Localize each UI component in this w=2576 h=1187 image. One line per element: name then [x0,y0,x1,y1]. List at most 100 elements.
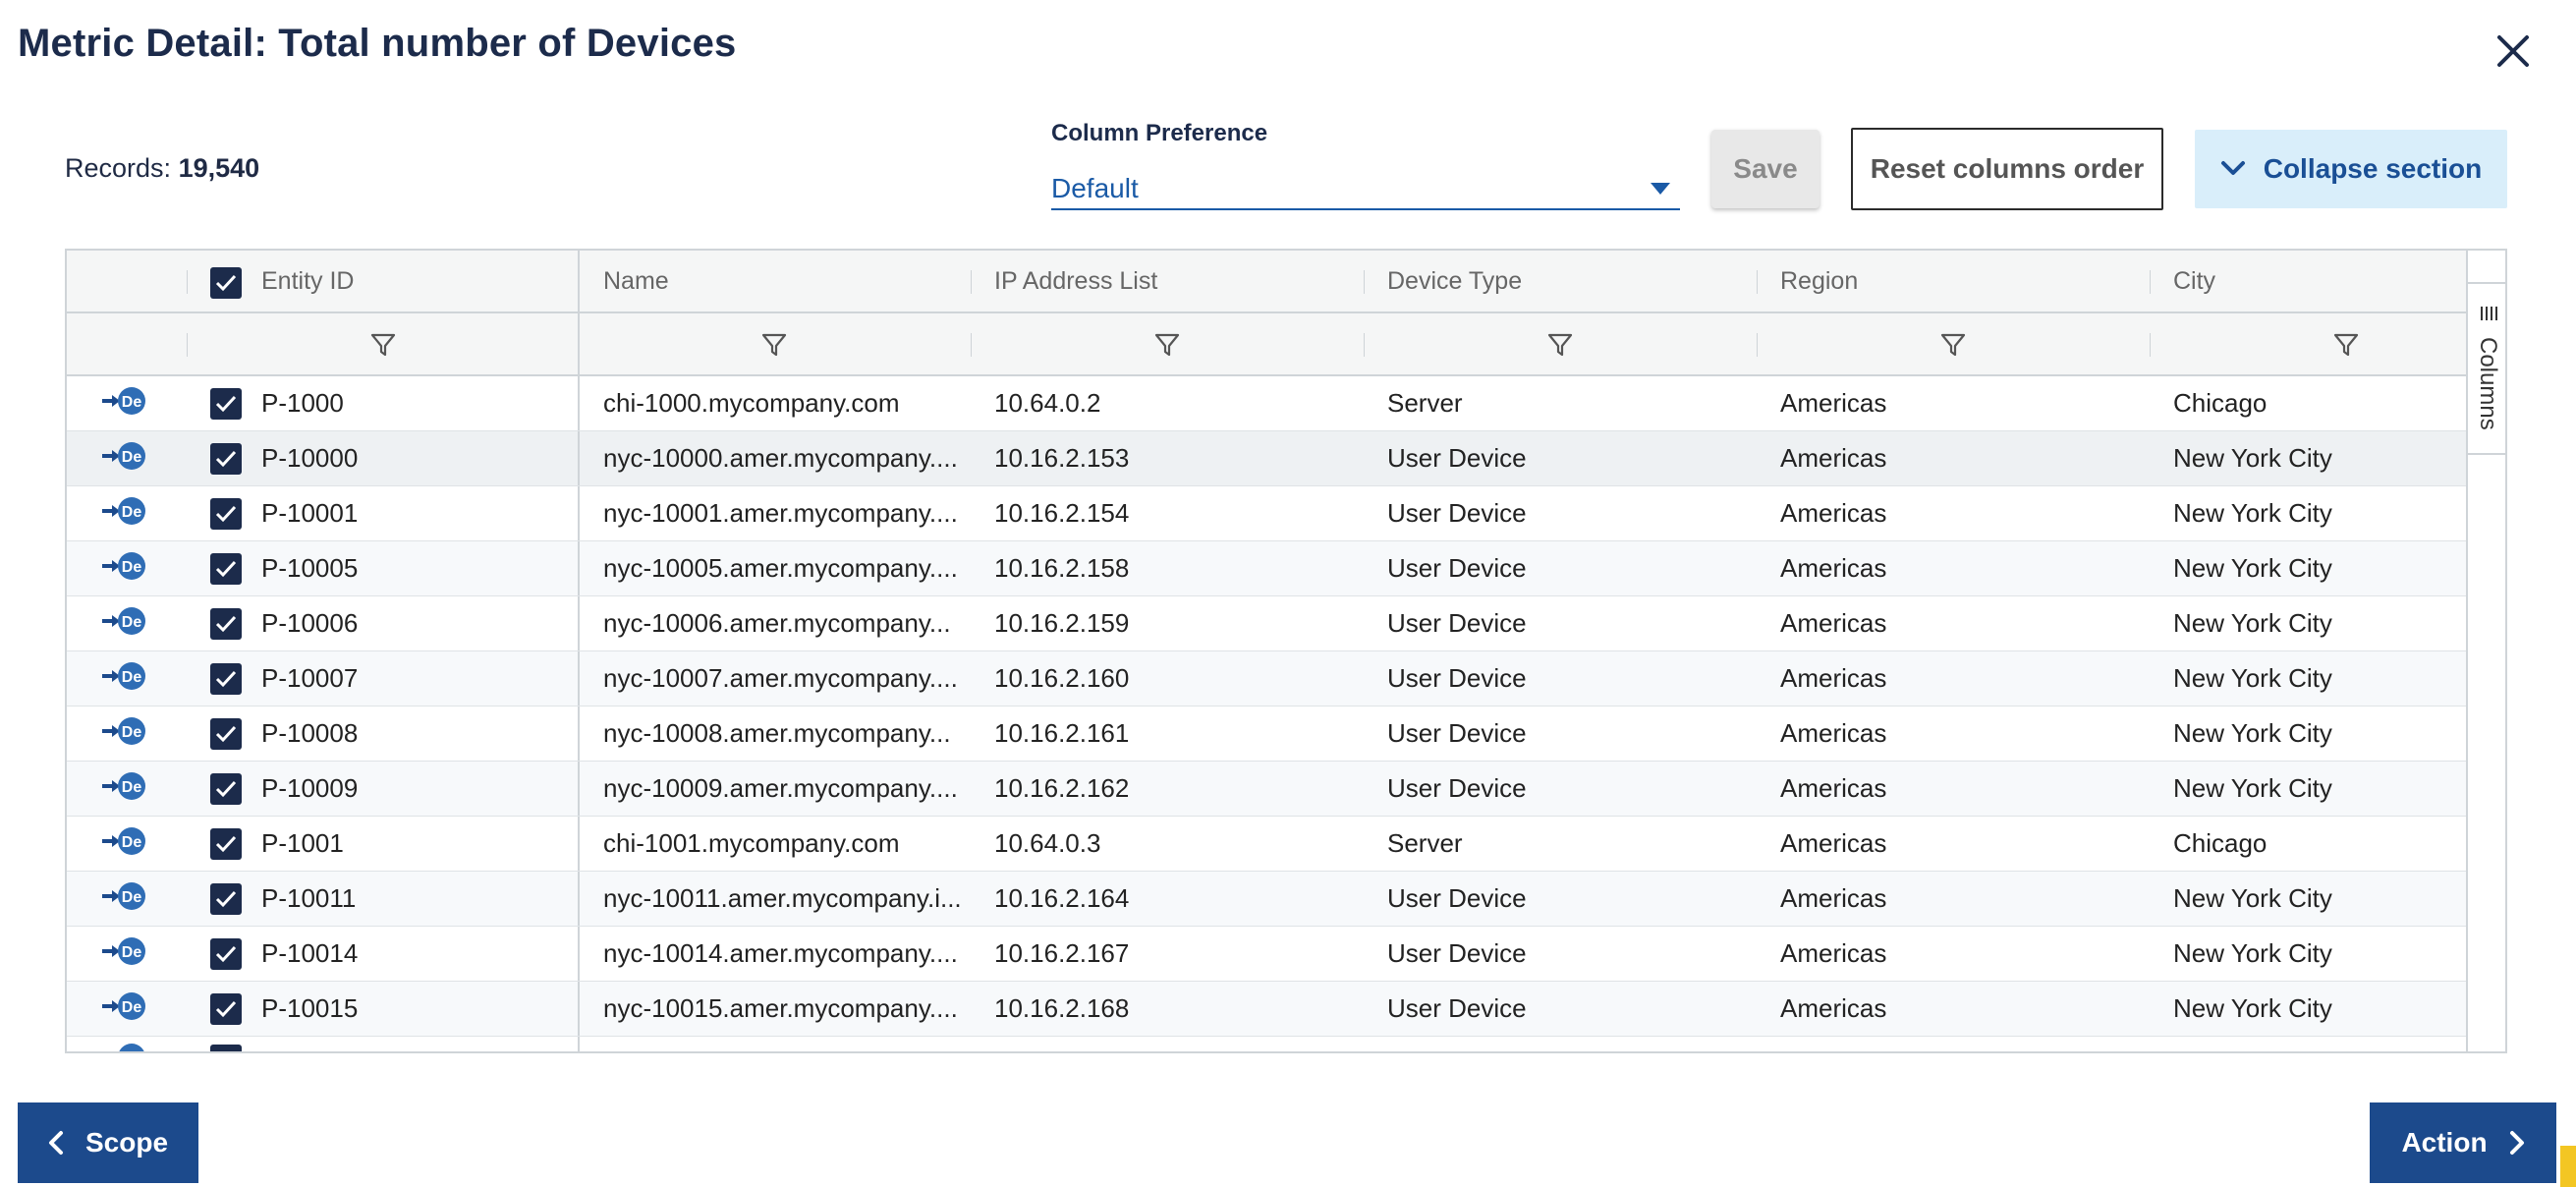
row-checkbox[interactable] [210,498,242,530]
checkmark-icon [215,945,237,963]
region-cell: Americas [1780,938,1887,968]
name-cell: nyc-10001.amer.mycompany.... [578,486,971,540]
column-header-ip-address-list[interactable]: IP Address List [994,251,1368,311]
filter-icon[interactable] [2332,331,2360,359]
name-cell: nyc-10015.amer.mycompany.... [578,982,971,1036]
table-row[interactable]: De P-1000 chi-1000.mycompany.com 10.64.0.2 S… [67,376,2466,431]
svg-text:De: De [122,449,142,466]
table-row[interactable]: De P-10015 nyc-10015.amer.mycompany.... 10.… [67,982,2466,1037]
table-row[interactable]: De P-10006 nyc-10006.amer.mycompany... 10.1… [67,596,2466,651]
filter-icon[interactable] [369,331,397,359]
table-row[interactable]: De P-10014 nyc-10014.amer.mycompany.... 10.… [67,927,2466,982]
region-cell: Americas [1780,553,1887,583]
scope-label: Scope [84,1127,169,1158]
save-button[interactable]: Save [1711,130,1820,208]
table-row[interactable]: De P-10009 nyc-10009.amer.mycompany.... 10.… [67,762,2466,817]
grid-filter-row [67,313,2466,376]
column-preference-select[interactable]: Default [1051,165,1680,210]
records-label: Records: [65,153,172,183]
close-button[interactable] [2492,29,2535,73]
filter-icon[interactable] [760,331,788,359]
table-row[interactable]: De P-10007 nyc-10007.amer.mycompany.... 10.… [67,651,2466,707]
row-checkbox[interactable] [210,1045,242,1051]
column-header-label: Name [603,266,669,295]
columns-panel-label: Columns [2475,337,2501,430]
filter-icon[interactable] [1939,331,1967,359]
column-header-city[interactable]: City [2173,251,2458,311]
checkmark-icon [215,505,237,523]
filter-icon[interactable] [1546,331,1574,359]
drilldown-icon[interactable]: De [100,441,147,475]
collapse-section-button[interactable]: Collapse section [2195,130,2507,208]
table-row[interactable]: De P-1001 chi-1001.mycompany.com 10.64.0.3 S… [67,817,2466,872]
column-header-device-type[interactable]: Device Type [1387,251,1761,311]
device-type-cell: User Device [1387,663,1527,693]
columns-side-panel: Columns [2466,251,2505,1051]
row-checkbox[interactable] [210,993,242,1025]
ip-address-cell: 10.16.2.161 [994,718,1130,748]
city-cell: Chicago [2173,828,2268,858]
row-checkbox[interactable] [210,663,242,695]
device-type-cell: Server [1387,828,1463,858]
table-row[interactable]: De P-10000 nyc-10000.amer.mycompany.... 10.… [67,431,2466,486]
column-header-name[interactable]: Name [578,251,971,311]
action-button[interactable]: Action [2370,1102,2556,1183]
row-checkbox[interactable] [210,608,242,640]
ip-address-cell: 10.16.2.159 [994,608,1130,638]
name-cell: chi-1001.mycompany.com [578,817,971,871]
table-row[interactable]: De P-10005 nyc-10005.amer.mycompany.... 10.… [67,541,2466,596]
columns-panel-toggle[interactable]: Columns [2468,282,2505,455]
ip-address-cell: 10.16.2.168 [994,993,1130,1023]
reset-columns-order-button[interactable]: Reset columns order [1851,128,2163,210]
entity-id-cell: P-1000 [261,388,344,418]
region-cell: Americas [1780,773,1887,803]
checkmark-icon [215,835,237,853]
checkmark-icon [215,450,237,468]
row-checkbox[interactable] [210,883,242,915]
device-type-cell: User Device [1387,443,1527,473]
column-header-label: IP Address List [994,266,1158,295]
entity-id-cell: P-10008 [261,718,359,748]
drilldown-icon[interactable]: De [100,991,147,1025]
drilldown-icon[interactable]: De [100,606,147,640]
row-checkbox[interactable] [210,388,242,420]
device-type-cell: User Device [1387,498,1527,528]
row-checkbox[interactable] [210,773,242,805]
drilldown-icon[interactable]: De [100,936,147,970]
svg-text:De: De [122,669,142,686]
column-header-region[interactable]: Region [1780,251,2154,311]
table-row[interactable]: De P-10011 nyc-10011.amer.mycompany.i... 10… [67,872,2466,927]
drilldown-icon[interactable]: De [100,496,147,530]
svg-text:De: De [122,944,142,961]
drilldown-icon[interactable]: De [100,826,147,860]
drilldown-icon[interactable] [100,1043,147,1051]
drilldown-icon[interactable]: De [100,716,147,750]
checkmark-icon [215,395,237,413]
table-row[interactable]: De P-10008 nyc-10008.amer.mycompany... 10.1… [67,707,2466,762]
region-cell: Americas [1780,663,1887,693]
svg-text:De: De [122,834,142,851]
collapse-section-label: Collapse section [2263,153,2483,184]
device-type-cell: User Device [1387,553,1527,583]
row-checkbox[interactable] [210,443,242,475]
drilldown-icon[interactable]: De [100,386,147,420]
drilldown-icon[interactable]: De [100,771,147,805]
city-cell: New York City [2173,608,2332,638]
records-summary: Records: 19,540 [65,153,259,184]
select-all-checkbox[interactable] [210,267,242,299]
ip-address-cell: 10.16.2.167 [994,938,1130,968]
drilldown-icon[interactable]: De [100,881,147,915]
row-checkbox[interactable] [210,718,242,750]
caret-down-icon [1651,183,1670,195]
row-checkbox[interactable] [210,828,242,860]
drilldown-icon[interactable]: De [100,661,147,695]
drilldown-icon[interactable]: De [100,551,147,585]
scope-button[interactable]: Scope [18,1102,198,1183]
column-header-label: City [2173,266,2216,295]
table-row[interactable]: De P-10001 nyc-10001.amer.mycompany.... 10.… [67,486,2466,541]
chevron-left-icon [48,1131,63,1155]
row-checkbox[interactable] [210,553,242,585]
entity-id-cell: P-1001 [261,828,344,858]
filter-icon[interactable] [1153,331,1181,359]
row-checkbox[interactable] [210,938,242,970]
